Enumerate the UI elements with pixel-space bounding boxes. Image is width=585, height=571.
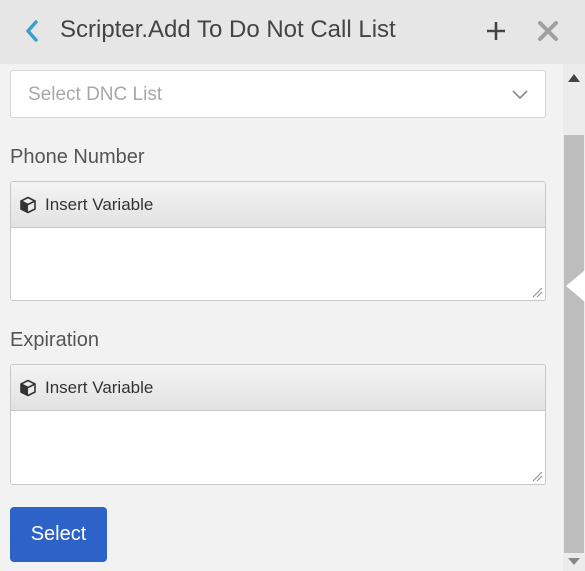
scroll-down-arrow-icon[interactable] [568, 558, 580, 565]
expiration-input[interactable] [11, 411, 545, 484]
phone-number-field: Insert Variable [10, 181, 546, 301]
insert-variable-button[interactable]: Insert Variable [11, 182, 545, 228]
plus-icon [487, 22, 505, 40]
page-title: Scripter.Add To Do Not Call List [60, 16, 396, 43]
add-button[interactable] [484, 18, 508, 44]
cube-icon [19, 379, 37, 397]
select-button[interactable]: Select [10, 507, 107, 562]
scrollbar-thumb[interactable] [564, 135, 584, 553]
expiration-field: Insert Variable [10, 364, 546, 485]
panel-collapse-handle[interactable] [566, 270, 585, 302]
cube-icon [19, 196, 37, 214]
insert-variable-button[interactable]: Insert Variable [11, 365, 545, 411]
close-button[interactable] [536, 18, 560, 44]
insert-variable-label: Insert Variable [45, 194, 154, 214]
header-bar: Scripter.Add To Do Not Call List [0, 0, 585, 64]
dnc-list-placeholder: Select DNC List [28, 84, 163, 105]
dnc-list-select[interactable]: Select DNC List [10, 70, 546, 118]
chevron-down-icon [512, 90, 528, 100]
expiration-label: Expiration [10, 329, 99, 351]
chevron-left-icon [26, 20, 38, 42]
phone-number-input[interactable] [11, 228, 545, 300]
form-panel: Select DNC List Phone Number Insert Vari… [0, 64, 563, 571]
back-button[interactable] [20, 17, 44, 45]
insert-variable-label: Insert Variable [45, 377, 154, 397]
resize-handle-icon[interactable] [532, 287, 543, 298]
close-icon [538, 21, 558, 41]
scroll-up-arrow-icon[interactable] [568, 74, 580, 82]
resize-handle-icon[interactable] [532, 471, 543, 482]
vertical-scrollbar[interactable] [563, 64, 585, 571]
phone-number-label: Phone Number [10, 146, 145, 168]
